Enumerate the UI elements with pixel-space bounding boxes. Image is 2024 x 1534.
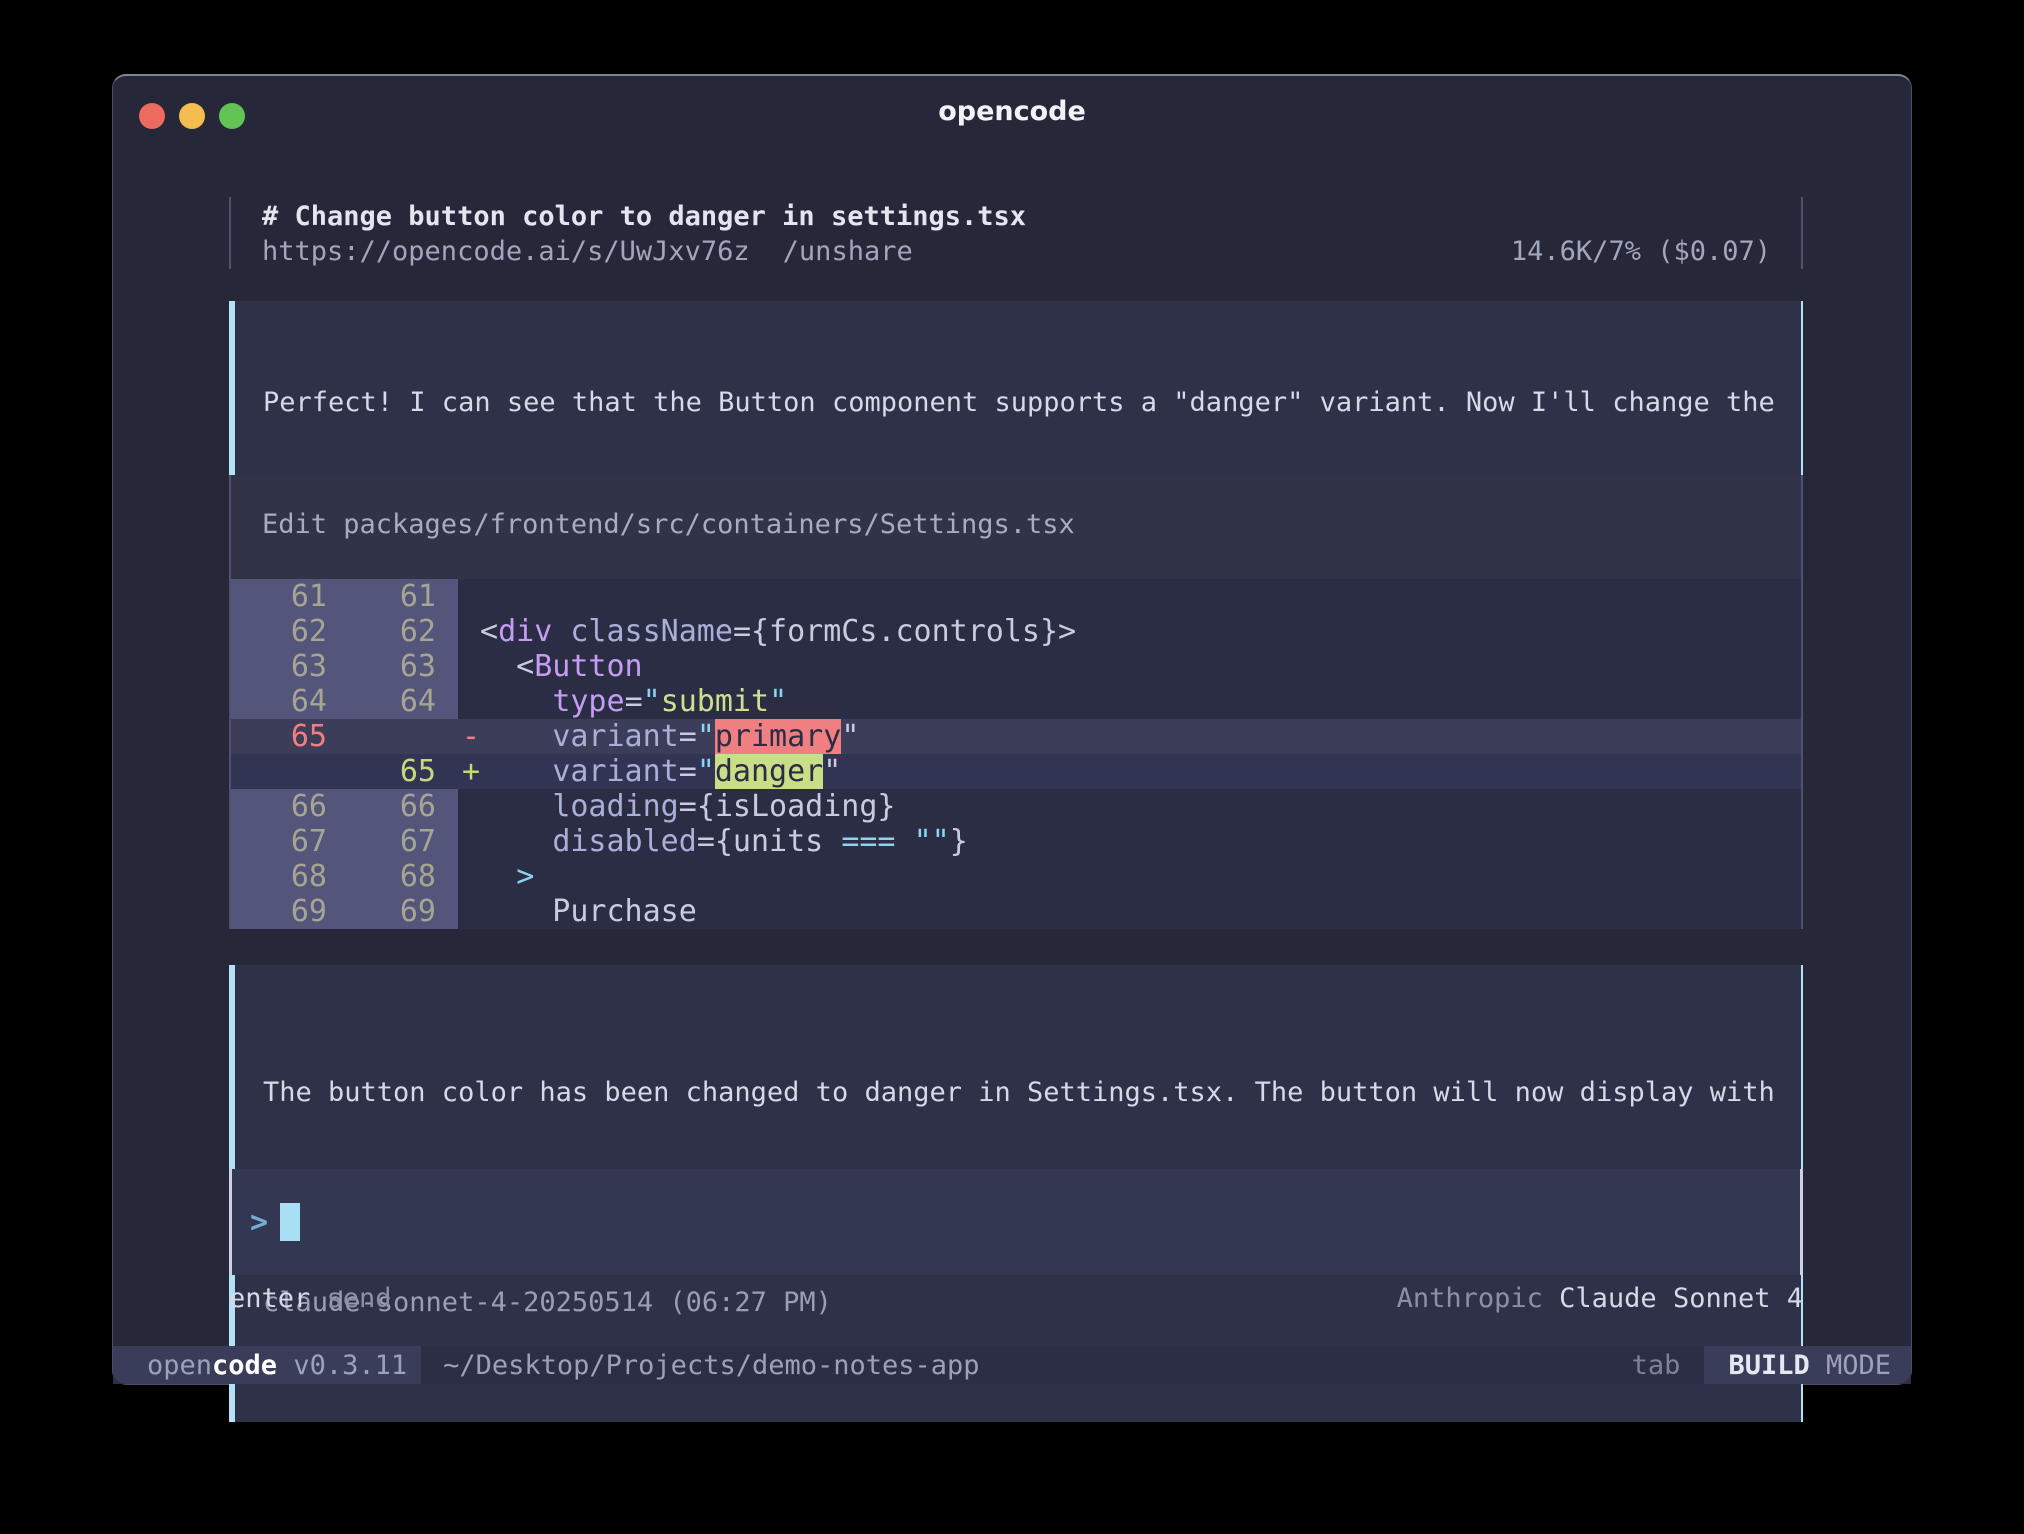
new-line-number: 64 (343, 684, 458, 719)
old-line-number: 68 (231, 859, 343, 894)
mode-segment[interactable]: BUILD MODE (1704, 1346, 1911, 1384)
old-line-number: 67 (231, 824, 343, 859)
mode-name: BUILD (1728, 1350, 1809, 1381)
window-title: opencode (113, 96, 1911, 127)
old-line-number: 62 (231, 614, 343, 649)
new-line-number: 67 (343, 824, 458, 859)
old-line-number: 66 (231, 789, 343, 824)
message-line: The button color has been changed to dan… (263, 1075, 1773, 1110)
old-line-number (231, 754, 343, 789)
code-line: disabled={units === ""} (458, 824, 1801, 859)
opencode-window: opencode # Change button color to danger… (112, 74, 1912, 1385)
model-label: Claude Sonnet 4 (1559, 1283, 1803, 1315)
prompt-input[interactable]: > (229, 1169, 1803, 1275)
diff-row: 6161 (231, 579, 1801, 614)
code-line: loading={isLoading} (458, 789, 1801, 824)
app-name-open: open (147, 1350, 212, 1381)
new-line-number (343, 719, 458, 754)
old-line-number: 63 (231, 649, 343, 684)
new-line-number: 61 (343, 579, 458, 614)
code-line: + variant="danger" (458, 754, 1801, 789)
diff-row: 6666 loading={isLoading} (231, 789, 1801, 824)
diff-row: 65+ variant="danger" (231, 754, 1801, 789)
code-line: Purchase (458, 894, 1801, 929)
text-cursor (280, 1203, 300, 1241)
old-line-number: 65 (231, 719, 343, 754)
code-line: <div className={formCs.controls}> (458, 614, 1801, 649)
diff-row: 6868 > (231, 859, 1801, 894)
status-bar: opencode v0.3.11 ~/Desktop/Projects/demo… (113, 1346, 1911, 1384)
working-directory: ~/Desktop/Projects/demo-notes-app (443, 1350, 979, 1381)
new-line-number: 69 (343, 894, 458, 929)
new-line-number: 66 (343, 789, 458, 824)
diff-row: 6464 type="submit" (231, 684, 1801, 719)
unshare-command-hint: /unshare (783, 234, 913, 269)
diff-row: 65 - variant="primary" (231, 719, 1801, 754)
enter-key-hint: enter (229, 1283, 310, 1315)
window-titlebar: opencode (113, 76, 1911, 156)
diff-rows: 61616262 <div className={formCs.controls… (231, 579, 1801, 929)
keybind-hints-row: enter send Anthropic Claude Sonnet 4 (229, 1283, 1803, 1315)
app-name-code: code (212, 1350, 277, 1381)
app-version: v0.3.11 (277, 1350, 407, 1381)
diff-row: 6969 Purchase (231, 894, 1801, 929)
edit-tool-title: Edit packages/frontend/src/containers/Se… (262, 511, 1801, 539)
session-header: # Change button color to danger in setti… (229, 197, 1803, 269)
header-spacer (913, 234, 1511, 269)
diff-row: 6767 disabled={units === ""} (231, 824, 1801, 859)
code-line: type="submit" (458, 684, 1801, 719)
code-line (458, 579, 1801, 614)
share-url-link[interactable]: https://opencode.ai/s/UwJxv76z (262, 234, 750, 269)
tab-key-hint: tab (1632, 1350, 1681, 1381)
message-line: Perfect! I can see that the Button compo… (263, 385, 1773, 420)
send-action-label: send (310, 1283, 391, 1315)
provider-label: Anthropic (1397, 1283, 1560, 1315)
mode-suffix: MODE (1810, 1350, 1891, 1381)
new-line-number: 63 (343, 649, 458, 684)
new-line-number: 68 (343, 859, 458, 894)
code-line: - variant="primary" (458, 719, 1801, 754)
prompt-symbol: > (250, 1205, 268, 1240)
code-line: > (458, 859, 1801, 894)
old-line-number: 69 (231, 894, 343, 929)
hints-spacer (392, 1283, 1397, 1315)
diff-row: 6262 <div className={formCs.controls}> (231, 614, 1801, 649)
old-line-number: 64 (231, 684, 343, 719)
session-title: # Change button color to danger in setti… (262, 199, 1771, 234)
app-version-segment: opencode v0.3.11 (113, 1346, 421, 1384)
edit-tool-block: Edit packages/frontend/src/containers/Se… (229, 475, 1803, 929)
diff-row: 6363 <Button (231, 649, 1801, 684)
token-cost-stats: 14.6K/7% ($0.07) (1511, 234, 1771, 269)
code-line: <Button (458, 649, 1801, 684)
old-line-number: 61 (231, 579, 343, 614)
new-line-number: 62 (343, 614, 458, 649)
new-line-number: 65 (343, 754, 458, 789)
